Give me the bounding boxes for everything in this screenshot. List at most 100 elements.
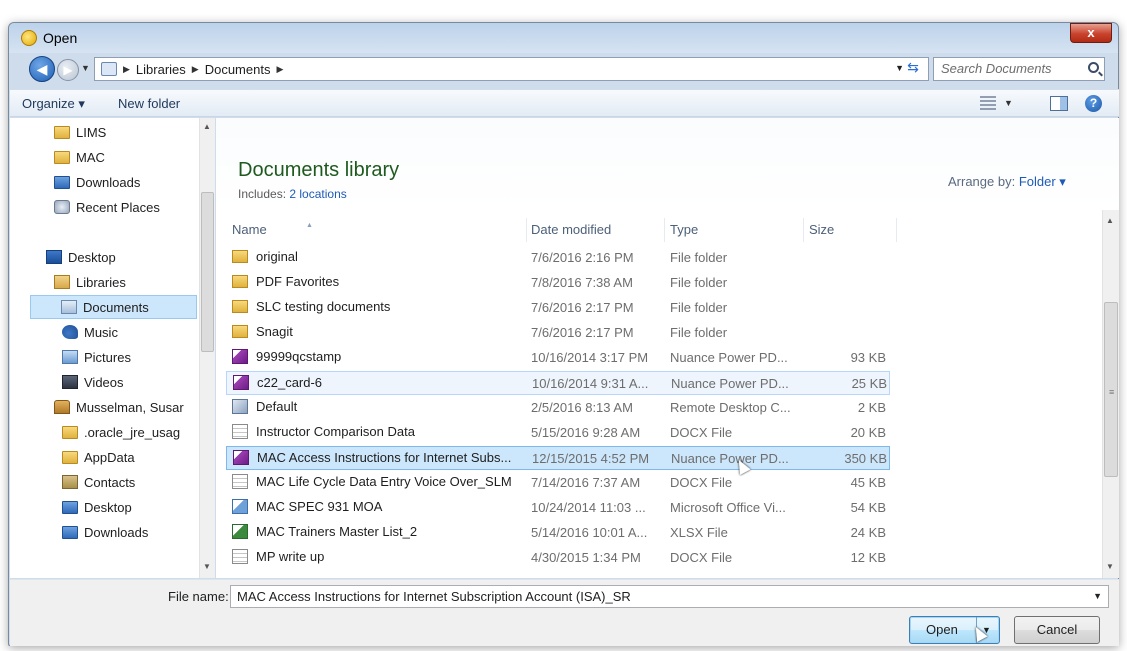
view-options-dropdown[interactable]: ▼: [1004, 98, 1013, 108]
file-size: 25 KB: [851, 376, 887, 391]
folder-icon: [232, 325, 248, 338]
file-date: 12/15/2015 4:52 PM: [532, 451, 650, 466]
change-view-icon[interactable]: [980, 96, 996, 110]
new-folder-button[interactable]: New folder: [118, 96, 180, 111]
docx-icon: [232, 424, 248, 439]
column-header-date[interactable]: Date modified: [531, 222, 611, 237]
pdf-icon: [232, 349, 248, 364]
file-type: File folder: [670, 300, 728, 315]
file-row[interactable]: SLC testing documents 7/6/2016 2:17 PM F…: [226, 296, 890, 320]
scroll-down-icon[interactable]: ▼: [203, 562, 211, 571]
navigation-scrollbar[interactable]: ▲ ▼: [199, 118, 215, 578]
search-icon[interactable]: [1088, 62, 1099, 73]
visio-icon: [232, 499, 248, 514]
file-list-scroll-thumb[interactable]: ≡: [1104, 302, 1118, 477]
xlsx-icon: [232, 524, 248, 539]
file-type: File folder: [670, 325, 728, 340]
file-name: MP write up: [256, 549, 325, 564]
file-date: 4/30/2015 1:34 PM: [531, 550, 641, 565]
column-divider[interactable]: [664, 218, 665, 242]
file-row[interactable]: Instructor Comparison Data 5/15/2016 9:2…: [226, 421, 890, 445]
column-header-size[interactable]: Size: [809, 222, 834, 237]
sidebar-item-label: Pictures: [84, 349, 131, 365]
docx-icon: [232, 474, 248, 489]
file-name: 99999qcstamp: [256, 349, 342, 364]
file-name-dropdown-icon[interactable]: ▼: [1093, 586, 1102, 607]
search-placeholder: Search Documents: [941, 61, 1052, 76]
file-date: 10/16/2014 3:17 PM: [531, 350, 649, 365]
sidebar-item-oracle-jre[interactable]: .oracle_jre_usag: [62, 420, 199, 444]
sidebar-item-label: Desktop: [84, 499, 132, 515]
file-name-input[interactable]: MAC Access Instructions for Internet Sub…: [230, 585, 1109, 608]
sidebar-item-label: Musselman, Susar: [76, 399, 184, 415]
file-row[interactable]: MP write up 4/30/2015 1:34 PM DOCX File …: [226, 546, 890, 570]
arrange-by-dropdown[interactable]: Folder ▾: [1019, 174, 1066, 189]
preview-pane-icon[interactable]: [1050, 96, 1068, 111]
arrange-by: Arrange by: Folder ▾: [948, 174, 1066, 190]
remote-desktop-icon: [232, 399, 248, 414]
file-row[interactable]: PDF Favorites 7/8/2016 7:38 AM File fold…: [226, 271, 890, 295]
breadcrumb-libraries[interactable]: Libraries: [136, 62, 186, 77]
sidebar-item-label: Downloads: [76, 174, 141, 190]
breadcrumb-separator-icon[interactable]: ▶: [192, 64, 199, 75]
folder-icon: [232, 250, 248, 263]
close-button[interactable]: x: [1070, 23, 1112, 43]
column-header-name[interactable]: Name: [232, 222, 267, 237]
file-date: 10/24/2014 11:03 ...: [531, 500, 646, 515]
file-row-selected[interactable]: MAC Access Instructions for Internet Sub…: [226, 446, 890, 470]
search-input[interactable]: Search Documents: [933, 57, 1105, 81]
breadcrumb-documents[interactable]: Documents: [205, 62, 271, 77]
file-name: MAC Life Cycle Data Entry Voice Over_SLM: [256, 474, 512, 489]
breadcrumb-separator-icon[interactable]: ▶: [276, 64, 283, 75]
arrange-by-label: Arrange by:: [948, 174, 1016, 189]
command-bar: Organize ▾ New folder ▼ ?: [10, 89, 1119, 117]
address-bar[interactable]: ▶ Libraries ▶ Documents ▶ ▼: [94, 57, 929, 81]
sidebar-item-label: Contacts: [84, 474, 136, 490]
file-size: 24 KB: [850, 525, 886, 540]
scroll-up-icon[interactable]: ▲: [1106, 216, 1114, 225]
user-folder-icon: [54, 400, 70, 414]
column-divider[interactable]: [896, 218, 897, 242]
locations-link[interactable]: 2 locations: [289, 187, 346, 201]
file-row[interactable]: MAC Life Cycle Data Entry Voice Over_SLM…: [226, 471, 890, 495]
file-row[interactable]: MAC Trainers Master List_2 5/14/2016 10:…: [226, 521, 890, 545]
pdf-icon: [233, 375, 249, 390]
file-name: MAC Trainers Master List_2: [256, 524, 418, 539]
library-header: Documents library Includes: 2 locations …: [216, 118, 1119, 210]
recent-pages-dropdown[interactable]: ▼: [81, 63, 90, 73]
documents-icon: [61, 300, 77, 314]
navigation-scroll-thumb[interactable]: [201, 192, 214, 352]
sidebar-item-documents[interactable]: Documents: [30, 295, 197, 319]
breadcrumb-separator-icon[interactable]: ▶: [123, 64, 130, 75]
scroll-up-icon[interactable]: ▲: [203, 122, 211, 131]
forward-button[interactable]: ▶: [57, 59, 79, 81]
back-button[interactable]: ◀: [29, 56, 55, 82]
file-type: DOCX File: [670, 550, 733, 565]
help-icon[interactable]: ?: [1085, 95, 1102, 112]
column-header-type[interactable]: Type: [670, 222, 698, 237]
folder-icon: [54, 150, 70, 164]
file-row[interactable]: c22_card-6 10/16/2014 9:31 A... Nuance P…: [226, 371, 890, 395]
file-list-scrollbar[interactable]: ▲ ≡ ▼: [1102, 210, 1119, 578]
file-row[interactable]: MAC SPEC 931 MOA 10/24/2014 11:03 ... Mi…: [226, 496, 890, 520]
library-title: Documents library: [238, 159, 400, 181]
file-row[interactable]: original 7/6/2016 2:16 PM File folder: [226, 246, 890, 270]
cancel-button[interactable]: Cancel: [1014, 616, 1100, 644]
file-row[interactable]: 99999qcstamp 10/16/2014 3:17 PM Nuance P…: [226, 346, 890, 370]
file-name: MAC Access Instructions for Internet Sub…: [257, 450, 512, 465]
file-row[interactable]: Default 2/5/2016 8:13 AM Remote Desktop …: [226, 396, 890, 420]
refresh-button[interactable]: ⇆: [901, 59, 925, 79]
open-button[interactable]: Open ▼: [909, 616, 1000, 644]
music-icon: [62, 325, 78, 339]
sidebar-item-label: Recent Places: [76, 199, 160, 215]
file-date: 5/14/2016 10:01 A...: [531, 525, 648, 540]
column-divider[interactable]: [526, 218, 527, 242]
column-divider[interactable]: [803, 218, 804, 242]
organize-button[interactable]: Organize ▾: [22, 96, 85, 112]
scroll-down-icon[interactable]: ▼: [1106, 562, 1114, 571]
libraries-icon: [54, 275, 70, 289]
sidebar-item-user-folder[interactable]: Musselman, Susar: [54, 395, 199, 419]
file-row[interactable]: Snagit 7/6/2016 2:17 PM File folder: [226, 321, 890, 345]
sidebar-item-label: Libraries: [76, 274, 126, 290]
file-name: Default: [256, 399, 298, 414]
